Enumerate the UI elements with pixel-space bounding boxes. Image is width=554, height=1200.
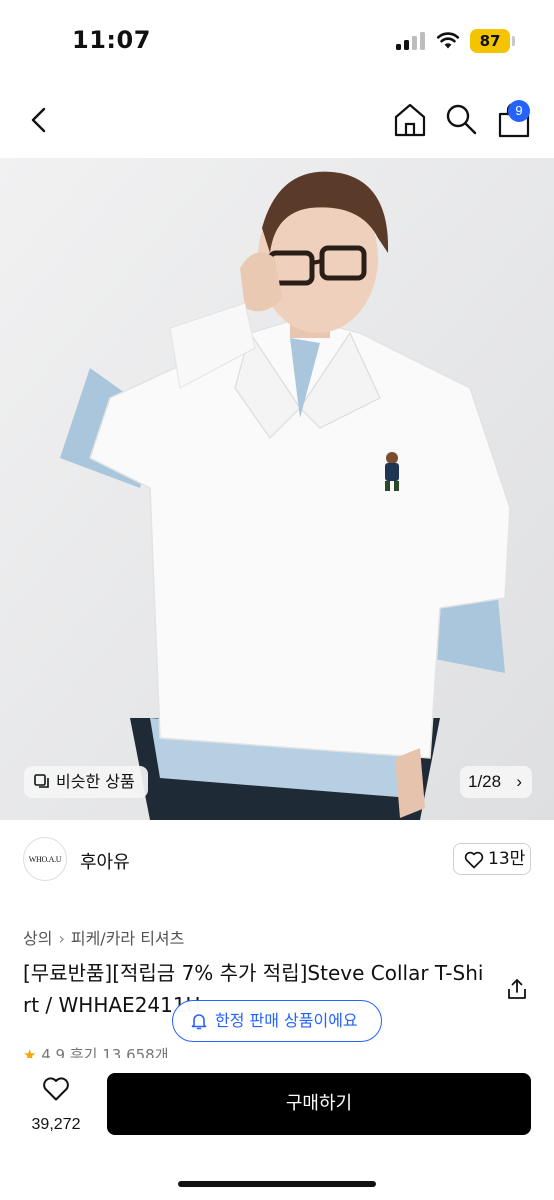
product-image-carousel[interactable]: 비슷한 상품 1/28 ›: [0, 158, 554, 820]
brand-name[interactable]: 후아유: [80, 848, 130, 874]
image-counter-button[interactable]: 1/28 ›: [460, 766, 532, 798]
image-counter-label: 1/28: [468, 772, 502, 791]
heart-icon: [464, 851, 484, 869]
share-icon[interactable]: [505, 977, 529, 1001]
rating-value: 4.9: [41, 1046, 66, 1058]
limited-sale-toast[interactable]: 한정 판매 상품이에요: [172, 1000, 382, 1042]
breadcrumb-category[interactable]: 상의: [23, 925, 52, 949]
top-nav: [0, 82, 554, 158]
heart-icon: [43, 1077, 69, 1101]
breadcrumb-subcategory[interactable]: 피케/카라 티셔츠: [71, 925, 185, 949]
status-bar: 11:07 87: [0, 0, 554, 82]
cart-count-badge: 9: [508, 100, 530, 122]
brand-like-button[interactable]: 13만: [453, 843, 531, 875]
brand-like-count: 13만: [488, 849, 526, 869]
breadcrumb: 상의 › 피케/카라 티셔츠: [23, 925, 184, 949]
star-icon: ★: [23, 1046, 37, 1058]
product-photo: [0, 158, 554, 820]
bell-icon: [191, 1014, 207, 1030]
battery-indicator: 87: [470, 29, 510, 53]
similar-products-button[interactable]: 비슷한 상품: [24, 766, 148, 798]
chevron-right-icon: ›: [516, 772, 522, 791]
home-icon[interactable]: [390, 100, 430, 140]
wishlist-button[interactable]: 39,272: [20, 1074, 92, 1140]
product-rating[interactable]: ★ 4.9 후기 13,658개: [23, 1044, 169, 1058]
search-icon[interactable]: [442, 100, 480, 138]
back-arrow-icon[interactable]: [22, 102, 58, 138]
breadcrumb-chevron-icon: ›: [58, 929, 65, 948]
cellular-signal-icon: [396, 32, 426, 50]
home-indicator: [178, 1181, 376, 1187]
similar-items-icon: [34, 774, 49, 788]
wishlist-count: 39,272: [31, 1116, 81, 1133]
similar-products-label: 비슷한 상품: [56, 772, 135, 791]
battery-tip: [512, 36, 515, 46]
brand-logo[interactable]: WHO.A.U: [23, 837, 67, 881]
buy-button[interactable]: 구매하기: [107, 1073, 531, 1135]
bottom-purchase-bar: 39,272 구매하기: [0, 1058, 554, 1200]
limited-sale-label: 한정 판매 상품이에요: [215, 1011, 358, 1030]
review-count: 후기 13,658개: [69, 1046, 169, 1058]
wifi-icon: [436, 32, 460, 49]
status-time: 11:07: [72, 26, 151, 54]
